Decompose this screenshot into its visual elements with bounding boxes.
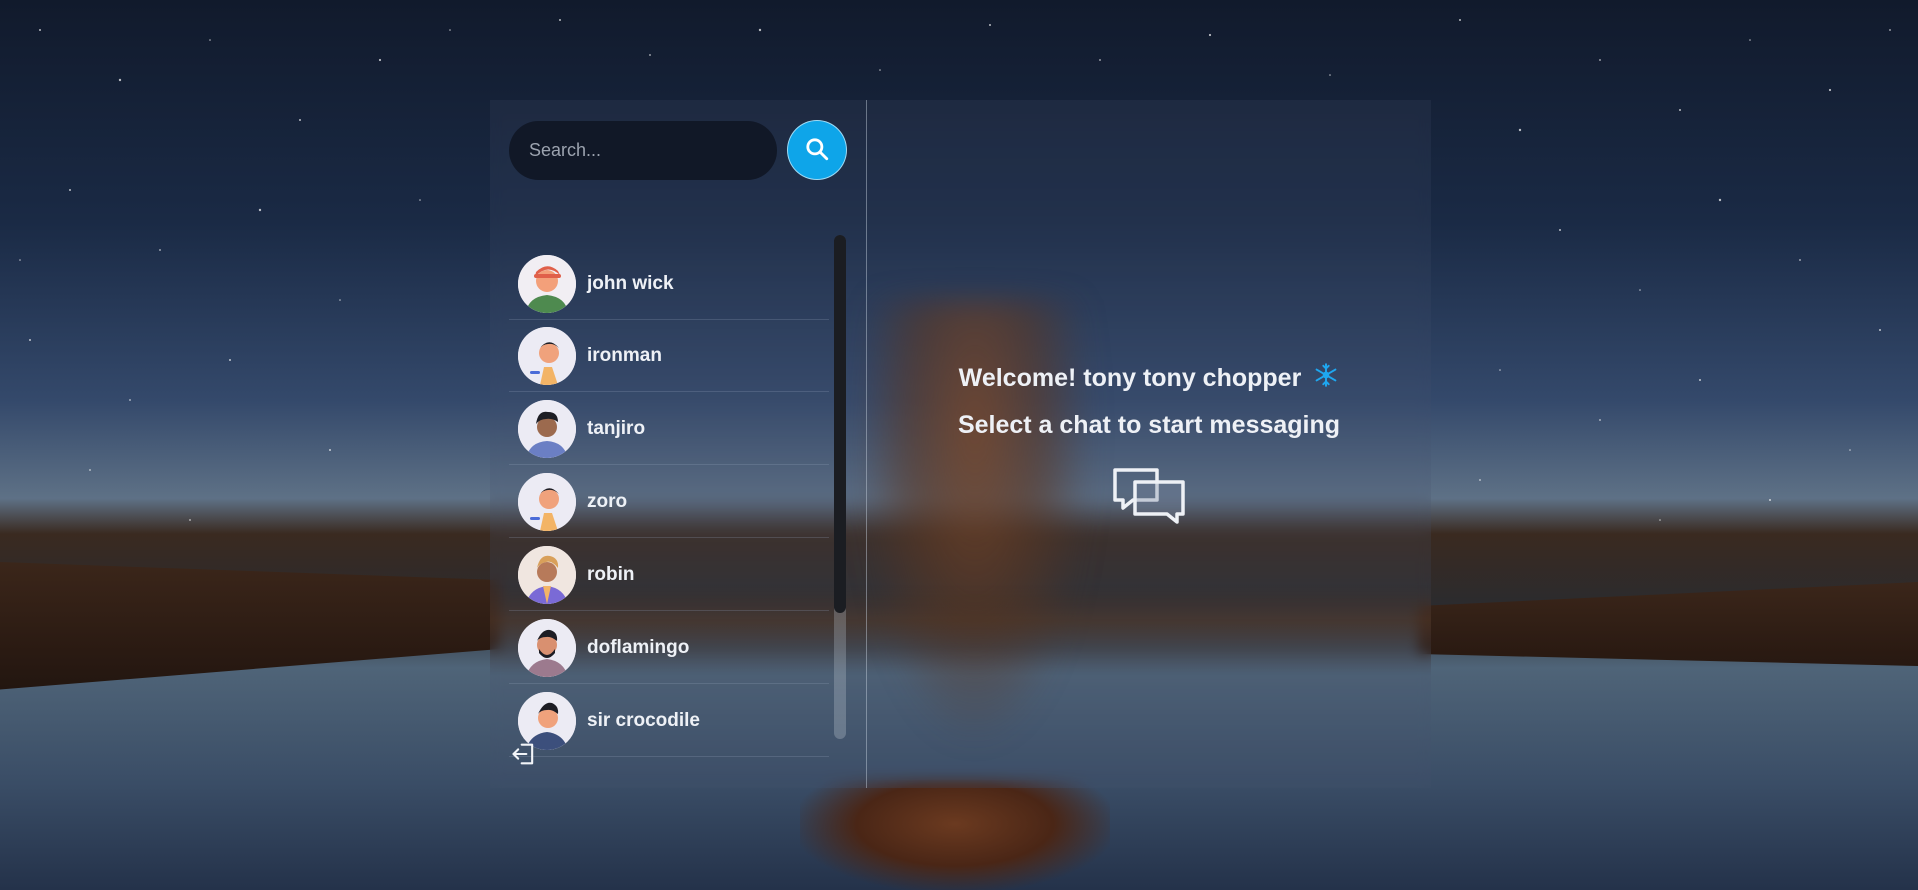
welcome-subtitle: Select a chat to start messaging bbox=[957, 411, 1341, 439]
conversation-item[interactable]: ironman bbox=[509, 320, 829, 392]
avatar bbox=[518, 472, 576, 531]
search-form bbox=[509, 120, 847, 180]
welcome-greeting-row: Welcome! tony tony chopper bbox=[959, 362, 1340, 395]
conversation-list: john wick ironman tanjiro zoro robin dof… bbox=[509, 240, 849, 757]
conversation-item[interactable]: robin bbox=[509, 539, 829, 611]
conversation-name: ironman bbox=[587, 344, 662, 366]
avatar bbox=[518, 399, 576, 458]
welcome-greeting: Welcome! tony tony chopper bbox=[958, 364, 1302, 392]
conversation-item[interactable]: tanjiro bbox=[509, 393, 829, 465]
conversation-item[interactable]: sir crocodile bbox=[509, 685, 829, 757]
conversation-item[interactable]: john wick bbox=[509, 248, 829, 320]
search-input[interactable] bbox=[509, 120, 777, 180]
conversation-name: john wick bbox=[587, 272, 674, 294]
search-icon bbox=[804, 136, 830, 165]
logout-button[interactable] bbox=[510, 740, 540, 770]
chat-bubbles-icon bbox=[1111, 464, 1187, 533]
conversation-name: robin bbox=[587, 563, 635, 585]
conversation-name: tanjiro bbox=[587, 417, 646, 439]
conversation-scrollbar[interactable] bbox=[834, 235, 846, 739]
conversation-name: doflamingo bbox=[587, 636, 690, 658]
logout-icon bbox=[510, 743, 538, 772]
shoreline-left bbox=[0, 562, 500, 690]
avatar bbox=[518, 254, 576, 313]
conversation-item[interactable]: doflamingo bbox=[509, 612, 829, 684]
sidebar: john wick ironman bbox=[490, 100, 867, 788]
conversation-name: sir crocodile bbox=[587, 709, 700, 731]
conversation-name: zoro bbox=[587, 490, 628, 512]
conversation-item[interactable]: zoro bbox=[509, 466, 829, 538]
water-reflection bbox=[800, 780, 1110, 890]
scrollbar-thumb[interactable] bbox=[834, 235, 846, 613]
no-chat-selected: Welcome! tony tony chopper Select a chat… bbox=[867, 100, 1431, 788]
shoreline-right bbox=[1418, 582, 1918, 666]
avatar bbox=[518, 618, 576, 677]
search-button[interactable] bbox=[787, 120, 847, 180]
avatar bbox=[518, 545, 576, 604]
snowflake-icon bbox=[1313, 362, 1339, 395]
avatar bbox=[518, 326, 576, 385]
